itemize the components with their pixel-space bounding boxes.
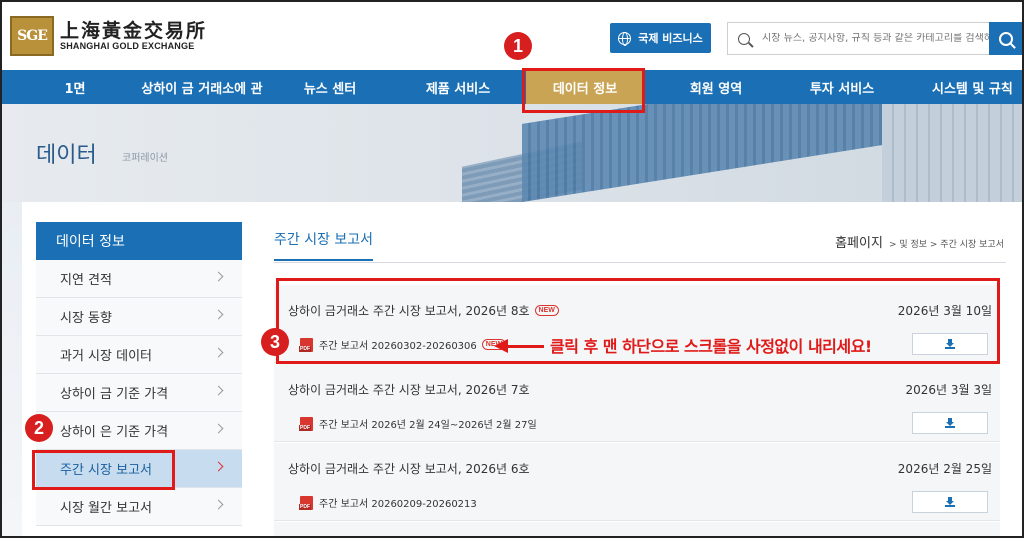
- annotation-step-2-badge: 2: [25, 414, 53, 442]
- report-file-name: 주간 보고서 2026년 2월 24일~2026년 2월 27일: [319, 420, 537, 431]
- breadcrumb-path: > 및 정보 > 주간 시장 보고서: [888, 240, 1004, 250]
- annotation-step-1-badge: 1: [504, 32, 532, 60]
- nav-item-about[interactable]: 상하이 금 거래소에 관 하여: [132, 70, 272, 129]
- search-bar: [727, 22, 1022, 55]
- annotation-instruction-text: 클릭 후 맨 하단으로 스크롤을 사정없이 내리세요!: [550, 337, 872, 356]
- sidebar-item-gold-benchmark[interactable]: 상하이 금 기준 가격: [36, 374, 242, 412]
- banner-subtitle: 코퍼레이션: [122, 153, 168, 164]
- report-item: 상하이 금거래소 주간 시장 보고서, 2026년 6호 2026년 2월 25…: [274, 443, 1000, 521]
- sidebar-item-label: 상하이 은 기준 가격: [60, 425, 169, 440]
- report-date: 2026년 3월 3일: [905, 383, 992, 397]
- nav-item-about-label: 상하이 금 거래소에 관: [141, 81, 263, 97]
- sidebar-item-label: 과거 시장 데이터: [60, 349, 152, 364]
- sidebar-item-silver-benchmark[interactable]: 상하이 은 기준 가격: [36, 412, 242, 450]
- annotation-arrow-line: [506, 345, 544, 348]
- annotation-box-weekly-report: [32, 450, 175, 490]
- nav-item-system-rules[interactable]: 시스템 및 규칙: [906, 70, 1022, 104]
- logo-english-name: SHANGHAI GOLD EXCHANGE: [60, 41, 195, 51]
- report-date: 2026년 2월 25일: [897, 462, 992, 476]
- chevron-right-icon: [213, 309, 224, 320]
- report-file-link[interactable]: 주간 보고서 20260209-20260213: [299, 495, 477, 510]
- report-file-name: 주간 보고서 20260209-20260213: [319, 499, 477, 510]
- sge-logo-icon: SGE: [10, 16, 54, 56]
- sidebar-item-market-trends[interactable]: 시장 동향: [36, 298, 242, 336]
- content-background-strip: [2, 202, 22, 536]
- banner-building-image: [882, 104, 1022, 202]
- page-banner: 데이터 코퍼레이션: [2, 104, 1022, 202]
- download-button[interactable]: [912, 412, 988, 434]
- sidebar-item-label: 상하이 금 기준 가격: [60, 387, 169, 402]
- report-file-link[interactable]: 주간 보고서 2026년 2월 24일~2026년 2월 27일: [299, 416, 537, 431]
- annotation-step-3-badge: 3: [261, 328, 289, 356]
- search-submit-icon: [999, 31, 1013, 46]
- nav-item-product-services[interactable]: 제품 서비스: [398, 70, 518, 104]
- screenshot-frame: SGE 上海黃金交易所 SHANGHAI GOLD EXCHANGE 국제 비즈…: [0, 0, 1024, 538]
- sidebar-item-label: 지연 견적: [60, 273, 112, 288]
- main-navigation: 1면 상하이 금 거래소에 관 하여 뉴스 센터 제품 서비스 데이터 정보 회…: [2, 70, 1022, 129]
- chevron-right-icon: [213, 385, 224, 396]
- tab-weekly-report[interactable]: 주간 시장 보고서: [274, 229, 374, 261]
- nav-item-home[interactable]: 1면: [2, 70, 148, 104]
- logo-text: 上海黃金交易所 SHANGHAI GOLD EXCHANGE: [60, 21, 207, 51]
- sidebar-title: 데이터 정보: [36, 222, 242, 260]
- sidebar-item-historical-data[interactable]: 과거 시장 데이터: [36, 336, 242, 374]
- sidebar-item-label: 시장 동향: [60, 311, 112, 326]
- chevron-right-icon: [213, 347, 224, 358]
- international-business-label: 국제 비즈니스: [638, 32, 703, 45]
- globe-icon: [618, 31, 632, 46]
- tab-divider: [274, 262, 1006, 263]
- nav-item-investment-services[interactable]: 투자 서비스: [782, 70, 902, 104]
- chevron-right-icon: [213, 423, 224, 434]
- international-business-button[interactable]: 국제 비즈니스: [610, 23, 711, 53]
- download-icon: [945, 497, 955, 507]
- banner-building-image: [522, 104, 882, 202]
- chevron-right-icon: [213, 271, 224, 282]
- download-icon: [945, 418, 955, 428]
- nav-item-member-area[interactable]: 회원 영역: [656, 70, 776, 104]
- sidebar-item-monthly-report[interactable]: 시장 월간 보고서: [36, 488, 242, 526]
- report-title[interactable]: 상하이 금거래소 주간 시장 보고서, 2026년 6호: [288, 460, 530, 477]
- search-button[interactable]: [989, 22, 1022, 55]
- pdf-icon: [299, 416, 313, 431]
- logo-chinese-name: 上海黃金交易所: [60, 20, 208, 42]
- sidebar-item-label: 시장 월간 보고서: [60, 501, 152, 516]
- banner-title: 데이터: [36, 143, 97, 168]
- report-item: [274, 522, 1000, 536]
- site-logo[interactable]: SGE 上海黃金交易所 SHANGHAI GOLD EXCHANGE: [10, 16, 207, 56]
- sidebar-item-delayed-quotes[interactable]: 지연 견적: [36, 260, 242, 298]
- report-item: 상하이 금거래소 주간 시장 보고서, 2026년 7호 2026년 3월 3일…: [274, 364, 1000, 442]
- annotation-box-data-info: [522, 68, 645, 113]
- report-title-text: 상하이 금거래소 주간 시장 보고서, 2026년 7호: [288, 383, 530, 397]
- chevron-right-icon: [213, 499, 224, 510]
- search-icon: [738, 32, 750, 45]
- search-input[interactable]: [762, 33, 992, 44]
- report-title[interactable]: 상하이 금거래소 주간 시장 보고서, 2026년 7호: [288, 381, 530, 398]
- breadcrumb-home[interactable]: 홈페이지: [835, 232, 883, 251]
- nav-item-news-center[interactable]: 뉴스 센터: [270, 70, 390, 104]
- breadcrumb: 홈페이지 > 및 정보 > 주간 시장 보고서: [835, 232, 1004, 251]
- chevron-right-icon: [213, 461, 224, 472]
- pdf-icon: [299, 495, 313, 510]
- report-title-text: 상하이 금거래소 주간 시장 보고서, 2026년 6호: [288, 462, 530, 476]
- download-button[interactable]: [912, 491, 988, 513]
